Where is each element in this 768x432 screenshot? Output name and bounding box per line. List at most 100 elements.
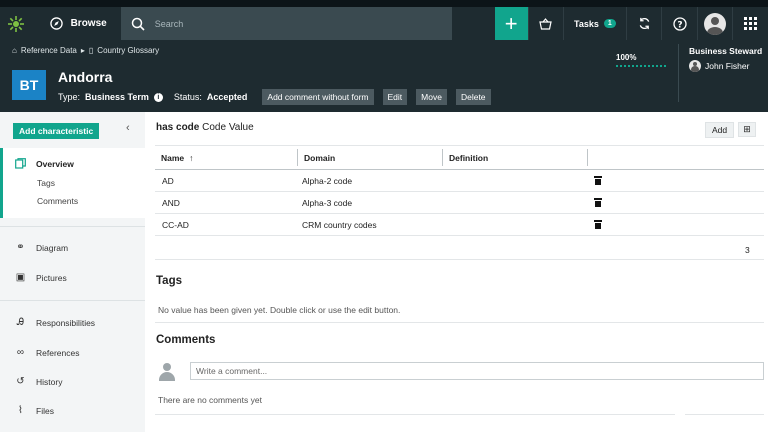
link-icon: ∞: [16, 347, 25, 358]
move-button[interactable]: Move: [416, 89, 447, 105]
steward-name[interactable]: John Fisher: [705, 61, 749, 71]
column-header-domain[interactable]: Domain: [297, 149, 442, 166]
tasks-button[interactable]: Tasks 1: [563, 7, 626, 40]
comments-heading: Comments: [156, 334, 216, 346]
status-value[interactable]: Accepted: [207, 92, 248, 102]
search-icon: [131, 17, 145, 31]
cell-name[interactable]: AD: [155, 172, 297, 189]
table-row[interactable]: CC-AD CRM country codes: [155, 214, 764, 236]
divider: [155, 259, 764, 260]
sidebar-item-overview[interactable]: Overview Tags Comments: [0, 148, 145, 218]
edit-button[interactable]: Edit: [382, 89, 408, 105]
asset-type-badge: BT: [12, 70, 46, 100]
status-label: Status:: [173, 92, 202, 102]
divider: [678, 44, 679, 102]
sidebar-subitem-tags[interactable]: Tags: [37, 178, 55, 188]
divider: [0, 226, 145, 227]
add-characteristic-button[interactable]: Add characteristic: [13, 123, 100, 139]
add-comment-without-form-button[interactable]: Add comment without form: [262, 89, 374, 105]
basket-button[interactable]: [527, 7, 564, 40]
tasks-label: Tasks: [574, 18, 599, 29]
relations-table: Name ↑ Domain Definition AD Alpha-2 code…: [155, 145, 764, 236]
type-value[interactable]: Business Term: [85, 92, 149, 102]
search-bar[interactable]: Search: [120, 7, 453, 40]
apps-grid-icon: [744, 17, 758, 30]
trash-icon[interactable]: [594, 176, 602, 185]
breadcrumb-item[interactable]: Country Glossary: [97, 46, 159, 55]
browse-label: Browse: [70, 18, 107, 29]
sidebar-item-label: References: [36, 347, 80, 358]
column-header-actions: [587, 149, 764, 166]
sidebar-item-label: Overview: [36, 158, 74, 169]
sidebar-item-diagram[interactable]: ⚭ Diagram: [15, 242, 68, 253]
trash-icon[interactable]: [594, 220, 602, 229]
type-label: Type:: [58, 92, 81, 102]
table-options-button[interactable]: ⊞: [738, 122, 756, 137]
row-count: 3: [745, 245, 750, 255]
create-button[interactable]: +: [494, 7, 528, 40]
sidebar-subitem-comments[interactable]: Comments: [37, 196, 78, 206]
divider: [0, 300, 145, 301]
svg-text:?: ?: [677, 20, 682, 30]
sidebar-item-label: Diagram: [36, 242, 69, 253]
breadcrumb-item[interactable]: Reference Data: [21, 46, 77, 55]
cell-domain[interactable]: Alpha-3 code: [297, 194, 442, 211]
sidebar-item-label: Responsibilities: [36, 317, 96, 328]
trash-icon[interactable]: [594, 198, 602, 207]
table-header: Name ↑ Domain Definition: [155, 145, 764, 170]
sidebar-item-responsibilities[interactable]: Ꭿ Responsibilities: [15, 317, 95, 328]
cell-definition: [442, 216, 587, 233]
breadcrumb: ⌂ Reference Data ▸ ▯ Country Glossary: [12, 46, 159, 55]
user-menu-button[interactable]: [696, 7, 733, 40]
sidebar-item-pictures[interactable]: ▣ Pictures: [15, 272, 67, 283]
sidebar-item-files[interactable]: ⌇ Files: [15, 405, 54, 416]
cell-name[interactable]: CC-AD: [155, 216, 297, 233]
breadcrumb-separator-icon: ▸: [80, 46, 85, 55]
apps-button[interactable]: [732, 7, 768, 40]
column-label: Domain: [304, 152, 336, 163]
people-icon: Ꭿ: [16, 317, 25, 328]
tasks-count-badge: 1: [603, 19, 616, 28]
info-icon[interactable]: i: [153, 92, 163, 102]
table-row[interactable]: AND Alpha-3 code: [155, 192, 764, 214]
steward-role: Business Steward: [689, 46, 763, 56]
tags-empty-text[interactable]: No value has been given yet. Double clic…: [158, 305, 400, 315]
cell-domain[interactable]: CRM country codes: [297, 216, 442, 233]
column-label: Definition: [449, 152, 489, 163]
column-header-name[interactable]: Name ↑: [155, 149, 297, 166]
sort-ascending-icon: ↑: [189, 152, 194, 163]
collapse-sidebar-icon[interactable]: ‹: [126, 122, 130, 134]
add-relation-button[interactable]: Add: [705, 122, 735, 138]
plus-icon: +: [504, 10, 518, 36]
divider: [155, 322, 764, 323]
cell-name[interactable]: AND: [155, 194, 297, 211]
sidebar-item-history[interactable]: ↺ History: [15, 376, 62, 387]
responsibility-summary: Business Steward John Fisher: [689, 46, 762, 72]
app-logo-icon[interactable]: [0, 7, 32, 40]
table-row[interactable]: AD Alpha-2 code: [155, 170, 764, 192]
overview-link[interactable]: Overview: [15, 158, 74, 169]
divider: [155, 414, 675, 415]
user-avatar: [704, 12, 727, 35]
compass-icon: [49, 17, 63, 30]
cell-domain[interactable]: Alpha-2 code: [297, 172, 442, 189]
history-icon: ↺: [16, 376, 25, 387]
asset-meta: Type: Business Term i Status: Accepted A…: [58, 89, 491, 105]
sidebar-item-references[interactable]: ∞ References: [15, 347, 80, 358]
relation-title: has code Code Value: [156, 122, 254, 133]
progress-bar: [616, 65, 666, 67]
comment-input[interactable]: [190, 362, 764, 380]
column-header-definition[interactable]: Definition: [442, 149, 587, 166]
help-button[interactable]: ?: [661, 7, 697, 40]
relation-role: has code: [156, 122, 200, 133]
asset-header: ⌂ Reference Data ▸ ▯ Country Glossary BT…: [0, 40, 768, 112]
completion-progress: 100%: [616, 53, 668, 67]
search-placeholder: Search: [154, 18, 184, 29]
browse-button[interactable]: Browse: [32, 7, 121, 40]
delete-button[interactable]: Delete: [455, 89, 491, 105]
activity-button[interactable]: [625, 7, 662, 40]
diagram-icon: ⚭: [16, 242, 25, 253]
overview-icon: [15, 158, 26, 169]
basket-icon: [539, 17, 553, 30]
help-icon: ?: [672, 16, 687, 31]
